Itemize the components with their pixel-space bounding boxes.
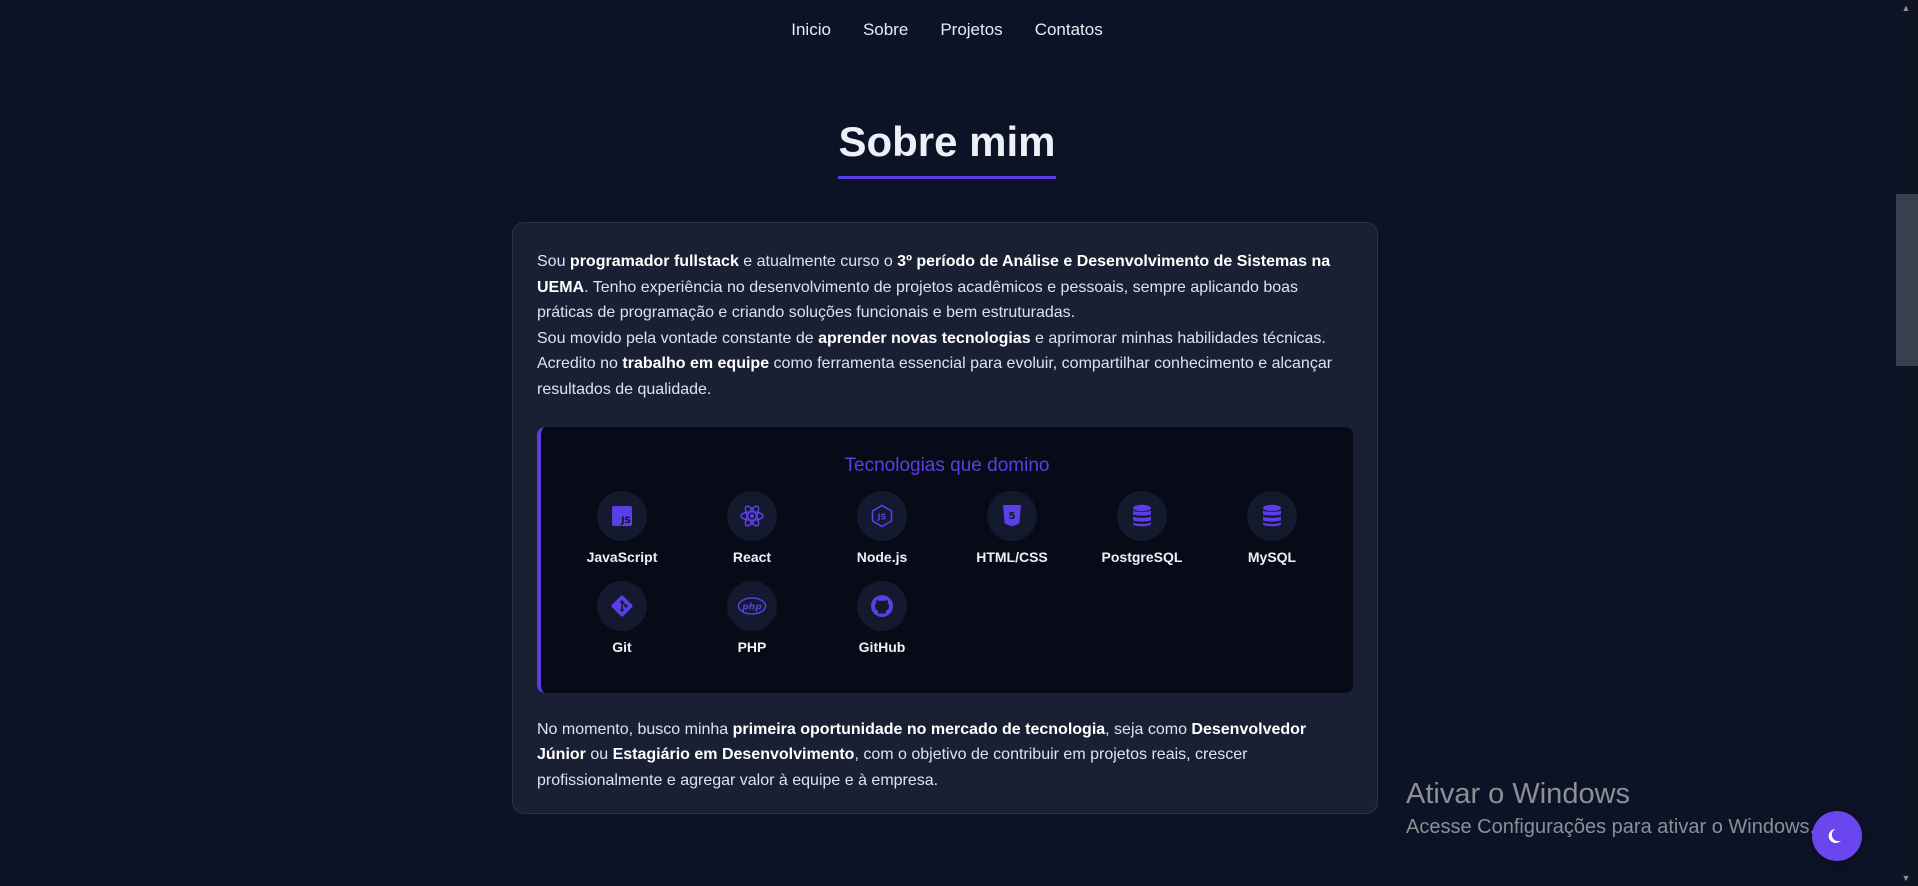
database-icon <box>1117 490 1167 541</box>
theme-toggle-button[interactable] <box>1812 811 1862 861</box>
svg-text:5: 5 <box>1009 511 1016 522</box>
section-title: Sobre mim <box>838 118 1056 179</box>
tech-label: PHP <box>737 638 767 655</box>
nav-link-inicio[interactable]: Inicio <box>791 20 831 40</box>
git-icon <box>597 580 647 631</box>
body-text: Sou movido pela vontade constante de <box>537 329 819 347</box>
nodejs-icon: JS <box>857 490 907 541</box>
tech-label: Node.js <box>856 548 908 565</box>
nav-link-sobre[interactable]: Sobre <box>863 20 908 40</box>
tech-label: HTML/CSS <box>976 548 1048 565</box>
php-icon: php <box>727 580 777 631</box>
tech-item-nodejs: JS Node.js <box>817 490 947 565</box>
body-text: , seja como <box>1105 720 1192 738</box>
tech-label: GitHub <box>858 638 906 655</box>
tech-label: Git <box>612 638 632 655</box>
body-text: No momento, busco minha <box>537 720 733 738</box>
emphasis-text: Estagiário em Desenvolvimento <box>612 746 855 764</box>
javascript-icon: JS <box>597 490 647 541</box>
watermark-title: Ativar o Windows <box>1406 778 1631 810</box>
nav-link-projetos[interactable]: Projetos <box>940 20 1002 40</box>
emphasis-text: programador fullstack <box>569 253 739 270</box>
tech-item-javascript: JS JavaScript <box>557 490 687 565</box>
html5-icon: 5 <box>987 490 1037 541</box>
windows-activation-watermark: Ativar o Windows Acesse Configurações pa… <box>1406 776 1815 842</box>
emphasis-text: trabalho em equipe <box>622 355 770 373</box>
tech-item-php: php PHP <box>687 580 817 655</box>
tech-label: React <box>732 548 772 565</box>
svg-text:JS: JS <box>877 512 887 521</box>
about-goal-paragraph: No momento, busco minha primeira oportun… <box>537 717 1353 794</box>
scroll-down-arrow-icon[interactable]: ▼ <box>1900 872 1912 884</box>
body-text: e atualmente curso o <box>738 253 898 270</box>
tech-skills-panel: Tecnologias que domino JS JavaScript Rea… <box>537 426 1353 693</box>
watermark-subtitle: Acesse Configurações para ativar o Windo… <box>1406 816 1816 838</box>
body-text: . Tenho experiência no desenvolvimento d… <box>537 278 1299 322</box>
moon-icon <box>1828 829 1841 843</box>
body-text: Sou <box>537 253 570 270</box>
database-icon <box>1247 490 1297 541</box>
tech-label: JavaScript <box>586 548 658 565</box>
tech-skills-grid: JS JavaScript React JS Node.js 5 HTML/CS… <box>541 490 1353 655</box>
svg-text:JS: JS <box>620 516 631 526</box>
tech-skills-title: Tecnologias que domino <box>844 454 1050 476</box>
emphasis-text: aprender novas tecnologias <box>818 329 1031 347</box>
tech-item-git: Git <box>557 580 687 655</box>
tech-item-react: React <box>687 490 817 565</box>
emphasis-text: primeira oportunidade no mercado de tecn… <box>732 720 1106 738</box>
nav-link-contatos[interactable]: Contatos <box>1035 20 1103 40</box>
tech-item-mysql: MySQL <box>1207 490 1337 565</box>
github-icon <box>857 580 907 631</box>
body-text: ou <box>585 746 613 764</box>
tech-item-github: GitHub <box>817 580 947 655</box>
react-icon <box>727 490 777 541</box>
tech-item-html-css: 5 HTML/CSS <box>947 490 1077 565</box>
scrollbar-thumb[interactable] <box>1896 194 1918 366</box>
tech-label: MySQL <box>1247 548 1297 565</box>
about-intro-paragraph: Sou programador fullstack e atualmente c… <box>537 249 1353 403</box>
page-scrollbar[interactable]: ▲ ▼ <box>1894 0 1918 886</box>
about-card: Sou programador fullstack e atualmente c… <box>512 222 1378 814</box>
top-nav: Inicio Sobre Projetos Contatos <box>0 0 1894 60</box>
tech-label: PostgreSQL <box>1101 548 1183 565</box>
svg-text:php: php <box>741 602 762 612</box>
tech-item-postgresql: PostgreSQL <box>1077 490 1207 565</box>
scroll-up-arrow-icon[interactable]: ▲ <box>1900 2 1912 14</box>
section-header: Sobre mim <box>0 118 1894 179</box>
